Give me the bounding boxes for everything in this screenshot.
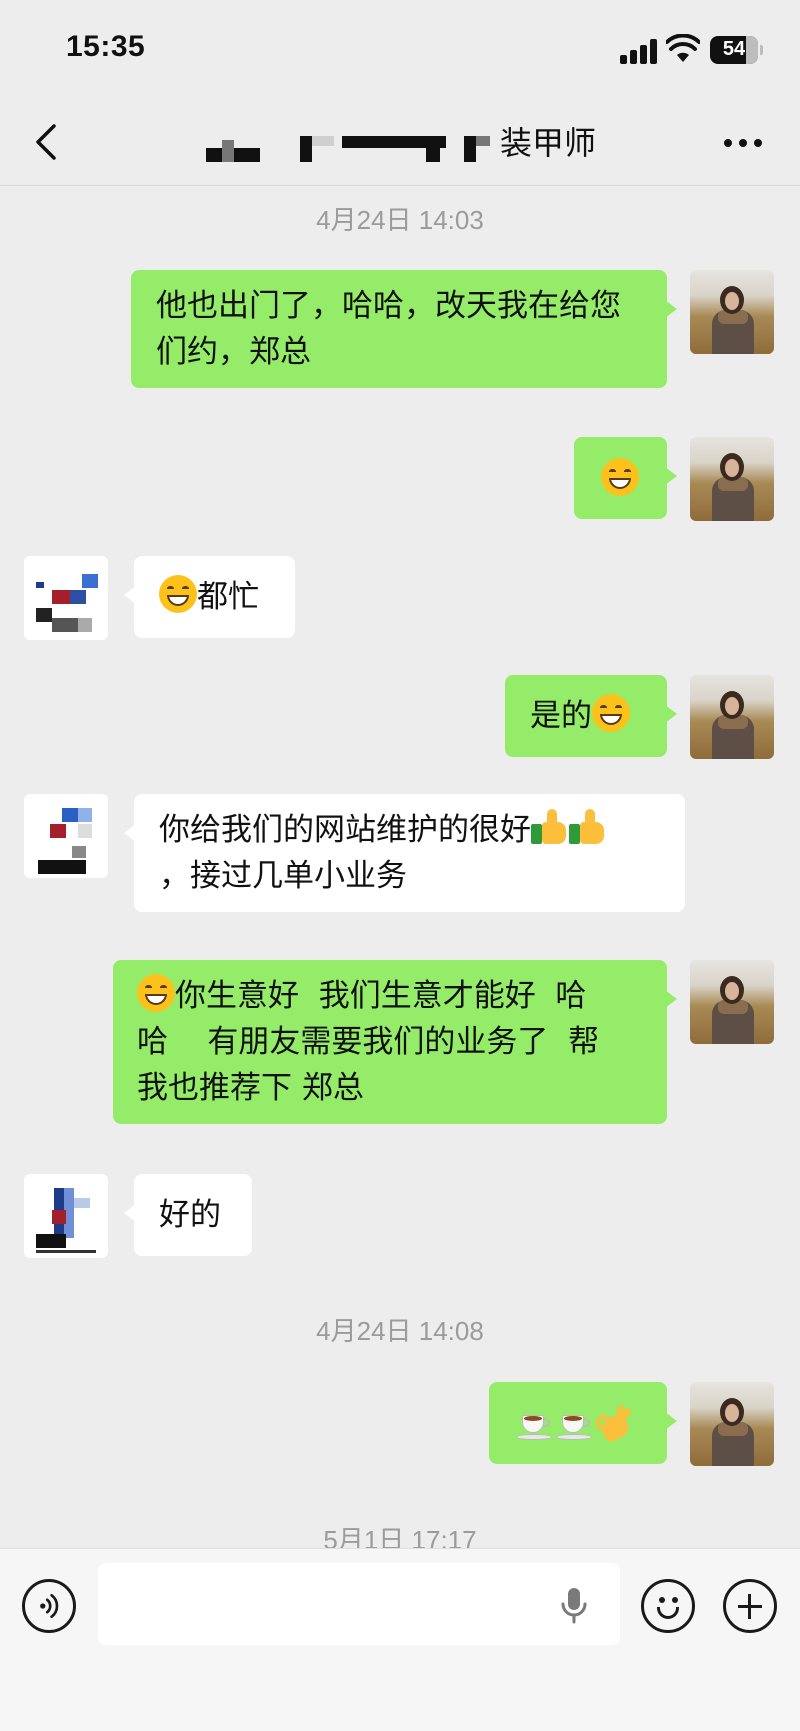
my-avatar[interactable] [690, 270, 774, 354]
my-avatar[interactable] [690, 960, 774, 1044]
message-text: 他也出门了，哈哈，改天我在给您们约，郑总 [156, 288, 621, 370]
outgoing-message[interactable]: 是的 [505, 675, 677, 757]
message-text: 你生意好 我们生意才能好 哈 [175, 978, 587, 1014]
message-line: 你生意好 我们生意才能好 哈 [137, 973, 641, 1019]
message-text: 是的 [530, 698, 592, 734]
back-arrow-icon[interactable] [28, 120, 68, 164]
message-line: 哈 有朋友需要我们的业务了 帮 [137, 1024, 600, 1060]
my-avatar[interactable] [690, 1382, 774, 1466]
battery-icon: 54 [710, 36, 758, 64]
message-input-bar [0, 1548, 800, 1731]
incoming-message[interactable]: 都忙 [124, 556, 295, 638]
wifi-icon [666, 34, 700, 62]
hot-beverage-icon [514, 1403, 554, 1443]
battery-cap [760, 45, 763, 55]
contact-avatar[interactable] [24, 794, 108, 878]
face-with-tears-of-joy-icon [601, 458, 639, 496]
outgoing-message[interactable]: 你生意好 我们生意才能好 哈 哈 有朋友需要我们的业务了 帮 我也推荐下 郑总 [113, 960, 677, 1124]
chat-header: 装甲师 [0, 100, 800, 186]
outgoing-message[interactable]: 他也出门了，哈哈，改天我在给您们约，郑总 [131, 270, 677, 388]
message-line: 我也推荐下 郑总 [137, 1070, 364, 1106]
add-attachment-icon[interactable] [723, 1579, 777, 1633]
hot-beverage-icon [554, 1403, 594, 1443]
beaming-face-icon [137, 974, 175, 1012]
my-avatar[interactable] [690, 437, 774, 521]
grinning-face-icon [159, 575, 197, 613]
incoming-message[interactable]: 你给我们的网站维护的很好 ，接过几单小业务 [124, 794, 685, 912]
chat-timestamp: 4月24日 14:08 [316, 1316, 484, 1346]
cellular-signal-icon [620, 38, 658, 64]
voice-message-icon[interactable] [22, 1579, 76, 1633]
chat-title-text: 装甲师 [500, 124, 597, 162]
outgoing-message[interactable] [574, 437, 677, 519]
chat-title[interactable]: 装甲师 [200, 118, 620, 168]
contact-avatar[interactable] [24, 1174, 108, 1258]
message-text: 好的 [159, 1197, 221, 1233]
status-time: 15:35 [66, 30, 146, 63]
more-options-icon[interactable] [718, 122, 768, 162]
emoji-picker-icon[interactable] [641, 1579, 695, 1633]
face-with-tears-of-joy-icon [592, 694, 630, 732]
message-text: 你给我们的网站维护的很好 [159, 812, 531, 848]
outgoing-message[interactable] [489, 1382, 677, 1464]
thumbs-up-icon [569, 808, 607, 846]
message-line: 你给我们的网站维护的很好 [159, 807, 660, 853]
incoming-message[interactable]: 好的 [124, 1174, 252, 1256]
chat-timestamp: 4月24日 14:03 [316, 205, 484, 235]
my-avatar[interactable] [690, 675, 774, 759]
thumbs-up-icon [531, 808, 569, 846]
contact-avatar[interactable] [24, 556, 108, 640]
message-line: ，接过几单小业务 [159, 858, 407, 894]
microphone-icon[interactable] [556, 1585, 592, 1625]
ok-hand-icon [594, 1403, 634, 1444]
message-text: 都忙 [197, 579, 259, 615]
battery-level: 54 [722, 38, 746, 60]
status-bar: 15:35 54 [0, 0, 800, 100]
message-input[interactable] [98, 1563, 620, 1645]
